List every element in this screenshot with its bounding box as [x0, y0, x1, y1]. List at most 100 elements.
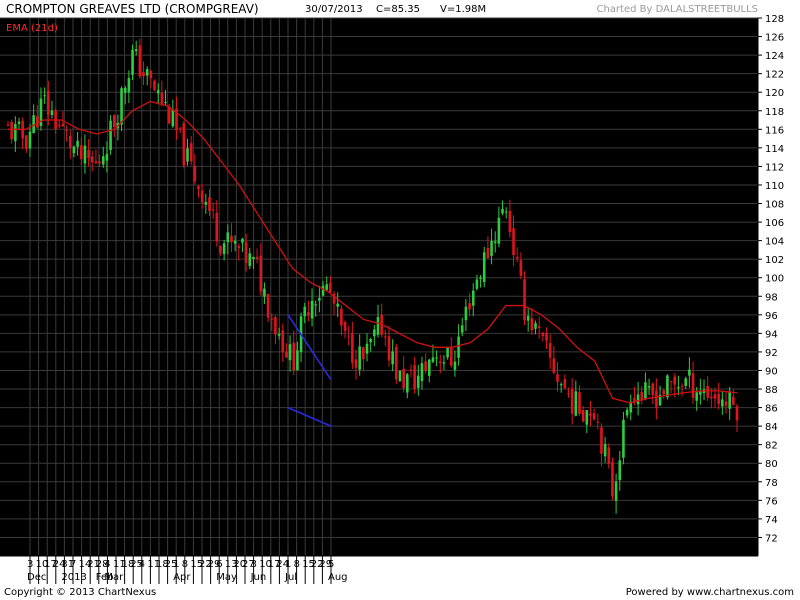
- candle-up: [325, 284, 329, 290]
- candle-down: [655, 390, 658, 408]
- candle-up: [76, 140, 79, 147]
- candle-up: [14, 124, 17, 142]
- candle-up: [277, 333, 281, 336]
- candle-down: [362, 347, 365, 360]
- candle-down: [706, 385, 709, 398]
- candle-down: [354, 359, 358, 368]
- candle-down: [662, 390, 666, 395]
- candle-up: [72, 146, 76, 154]
- candle-down: [523, 279, 526, 321]
- candle-up: [479, 277, 482, 279]
- candle-down: [545, 332, 548, 341]
- y-tick-label: 96: [765, 311, 778, 322]
- candle-up: [252, 256, 255, 259]
- candle-down: [556, 374, 559, 382]
- candle-up: [453, 361, 457, 370]
- candle-down: [274, 317, 277, 335]
- candle-up: [559, 384, 563, 386]
- candle-down: [230, 235, 233, 243]
- y-tick-label: 116: [765, 125, 784, 136]
- candle-up: [688, 369, 691, 376]
- candle-up: [416, 375, 420, 388]
- candle-down: [6, 124, 10, 126]
- candle-down: [395, 346, 398, 380]
- candle-down: [211, 209, 215, 211]
- y-tick-label: 126: [765, 33, 784, 44]
- y-tick-label: 86: [765, 404, 778, 415]
- y-tick-label: 108: [765, 200, 784, 211]
- candle-down: [46, 90, 50, 115]
- candle-up: [43, 95, 46, 97]
- candle-up: [145, 69, 149, 76]
- candle-down: [90, 156, 94, 163]
- candle-down: [384, 336, 387, 338]
- y-tick-label: 102: [765, 255, 784, 266]
- candle-up: [50, 110, 54, 116]
- candle-down: [244, 242, 248, 263]
- candle-down: [237, 246, 241, 248]
- candle-up: [310, 300, 314, 319]
- candle-down: [713, 394, 717, 399]
- candle-down: [402, 368, 405, 389]
- candle-down: [673, 376, 677, 385]
- candle-up: [501, 208, 504, 214]
- candle-down: [669, 380, 673, 382]
- candle-up: [614, 481, 618, 501]
- candle-up: [248, 253, 252, 267]
- candle-up: [618, 460, 622, 481]
- candle-up: [699, 391, 702, 395]
- x-month-label: Dec: [27, 572, 46, 583]
- powered-by-link[interactable]: Powered by www.chartnexus.com: [626, 587, 794, 598]
- y-tick-label: 74: [765, 515, 778, 526]
- candle-down: [552, 358, 556, 373]
- candle-up: [622, 419, 625, 458]
- candle-up: [358, 346, 361, 370]
- candle-down: [537, 326, 541, 328]
- candle-up: [728, 391, 731, 409]
- candle-up: [490, 241, 493, 256]
- x-tick-label: 7: [70, 559, 76, 570]
- y-tick-label: 120: [765, 88, 784, 99]
- candle-up: [17, 121, 21, 124]
- candle-down: [347, 335, 350, 337]
- candle-down: [167, 107, 171, 124]
- candle-up: [109, 120, 112, 151]
- candle-down: [25, 135, 28, 149]
- candle-down: [581, 410, 585, 422]
- y-axis: 72 74 76 78 80 82 84 86 88 90 92 94 96 98 100 102 104 106…: [757, 14, 800, 556]
- x-month-label: Jul: [284, 572, 297, 583]
- candle-down: [189, 143, 193, 162]
- candle-down: [515, 256, 519, 259]
- candle-down: [519, 260, 523, 276]
- candle-up: [666, 375, 669, 398]
- candle-up: [373, 329, 376, 337]
- candle-down: [600, 427, 603, 454]
- candle-down: [468, 303, 471, 310]
- candle-up: [677, 387, 680, 389]
- x-month-label: 2013: [61, 572, 86, 583]
- candle-down: [449, 347, 453, 366]
- x-tick-label: 4: [104, 559, 110, 570]
- candle-down: [61, 123, 65, 127]
- candle-down: [193, 165, 197, 182]
- candle-down: [691, 373, 695, 398]
- candle-up: [493, 241, 497, 243]
- y-tick-label: 72: [765, 533, 778, 544]
- candle-up: [263, 288, 266, 297]
- candle-up: [120, 88, 123, 125]
- y-tick-label: 100: [765, 274, 784, 285]
- x-tick-label: 4: [139, 559, 145, 570]
- y-tick-label: 80: [765, 459, 778, 470]
- candle-down: [640, 391, 644, 401]
- candle-down: [270, 318, 274, 320]
- candle-down: [65, 129, 68, 132]
- candle-down: [292, 342, 296, 371]
- x-tick-label: 6: [216, 559, 222, 570]
- candle-down: [197, 186, 200, 190]
- y-tick-label: 88: [765, 385, 778, 396]
- candle-down: [541, 332, 545, 337]
- candle-up: [526, 315, 530, 321]
- candle-up: [321, 285, 325, 296]
- y-tick-label: 78: [765, 478, 778, 489]
- candle-down: [651, 383, 655, 396]
